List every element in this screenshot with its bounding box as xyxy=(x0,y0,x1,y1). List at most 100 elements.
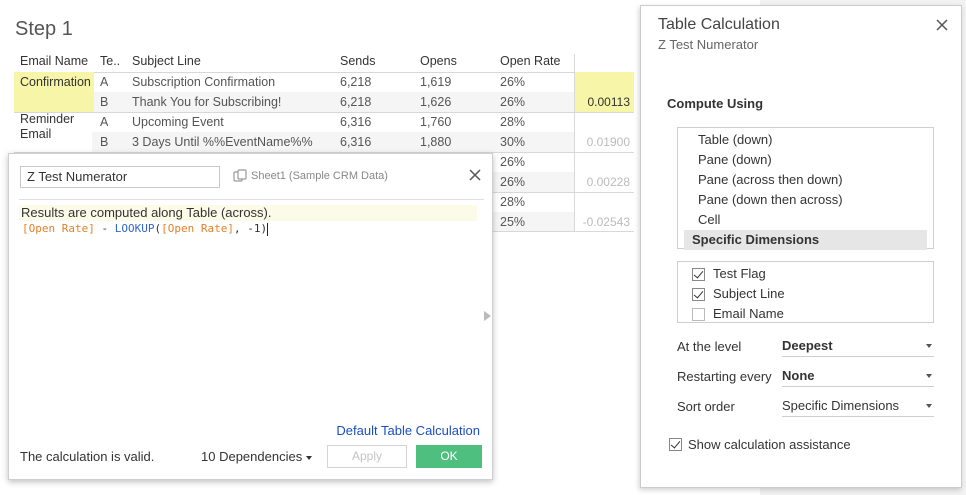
formula-editor[interactable]: [Open Rate] - LOOKUP([Open Rate], -1) xyxy=(22,221,269,237)
at-level-dropdown[interactable]: Deepest xyxy=(782,335,934,357)
validation-status: The calculation is valid. xyxy=(20,449,155,464)
open-rate-cell: 30% xyxy=(500,135,526,149)
email-name-reminder[interactable]: Reminder Email xyxy=(20,112,74,144)
dependencies-label: 10 Dependencies xyxy=(201,449,303,464)
dimension-label: Email Name xyxy=(713,306,784,321)
restarting-every-value: None xyxy=(782,368,815,383)
sort-order-label: Sort order xyxy=(677,398,735,414)
calculation-editor-dialog: Z Test Numerator Sheet1 (Sample CRM Data… xyxy=(8,153,493,480)
dimension-email-name[interactable]: Email Name xyxy=(678,304,933,324)
compute-option-selected[interactable]: Specific Dimensions xyxy=(684,230,927,250)
chevron-down-icon xyxy=(926,344,932,348)
chevron-down-icon xyxy=(306,455,313,460)
restarting-every-label: Restarting every xyxy=(677,368,772,384)
subject-line-cell: Upcoming Event xyxy=(132,115,224,129)
sends-cell: 6,218 xyxy=(340,75,372,89)
col-header-email-name[interactable]: Email Name xyxy=(20,54,88,72)
dependencies-dropdown[interactable]: 10 Dependencies xyxy=(201,449,313,464)
calc-cell xyxy=(575,72,634,92)
calc-cell: 0.01900 xyxy=(586,135,630,149)
opens-cell: 1,626 xyxy=(420,95,452,109)
col-header-opens[interactable]: Opens xyxy=(420,54,457,72)
ok-button[interactable]: OK xyxy=(416,445,482,468)
sort-order-row: Sort order Specific Dimensions xyxy=(677,395,934,417)
calc-cell xyxy=(575,152,634,172)
calc-name-input[interactable]: Z Test Numerator xyxy=(20,166,220,188)
show-assistance-toggle[interactable]: Show calculation assistance xyxy=(669,437,851,452)
opens-cell: 1,760 xyxy=(420,115,452,129)
email-name-reminder-line2: Email xyxy=(20,127,52,141)
panel-subtitle: Z Test Numerator xyxy=(658,37,759,52)
restarting-every-dropdown[interactable]: None xyxy=(782,365,934,387)
calc-cell: 0.00228 xyxy=(586,175,630,189)
col-header-subject-line[interactable]: Subject Line xyxy=(132,54,201,72)
dimension-subject-line[interactable]: Subject Line xyxy=(678,284,933,304)
dimension-label: Test Flag xyxy=(713,266,766,281)
open-rate-cell: 28% xyxy=(500,115,526,129)
checkbox-unchecked[interactable] xyxy=(692,307,705,321)
apply-button[interactable]: Apply xyxy=(327,445,407,468)
test-flag-cell: A xyxy=(100,115,109,129)
compute-option[interactable]: Pane (down then across) xyxy=(684,190,927,210)
col-header-test-flag[interactable]: Te.. xyxy=(100,54,120,72)
email-name-reminder-line1: Reminder xyxy=(20,112,75,126)
at-level-label: At the level xyxy=(677,338,742,354)
chevron-down-icon xyxy=(926,374,932,378)
test-flag-cell: B xyxy=(100,95,109,109)
dimension-test-flag[interactable]: Test Flag xyxy=(678,264,933,284)
calc-cell: 0.00113 xyxy=(575,92,634,112)
compute-option[interactable]: Pane (across then down) xyxy=(684,170,927,190)
checkbox-checked[interactable] xyxy=(692,287,705,301)
sends-cell: 6,316 xyxy=(340,115,372,129)
compute-option[interactable]: Pane (down) xyxy=(684,150,927,170)
formula-field: [Open Rate] xyxy=(22,222,95,235)
restarting-every-row: Restarting every None xyxy=(677,365,934,387)
show-assistance-label: Show calculation assistance xyxy=(688,437,851,452)
close-icon[interactable] xyxy=(935,18,949,32)
open-rate-cell: 26% xyxy=(500,75,526,89)
datasource-icon xyxy=(233,169,247,182)
text-caret xyxy=(267,222,269,236)
chevron-down-icon xyxy=(926,404,932,408)
open-rate-cell: 26% xyxy=(500,175,526,189)
open-rate-cell: 26% xyxy=(500,95,526,109)
sends-cell: 6,316 xyxy=(340,135,372,149)
compute-using-heading: Compute Using xyxy=(667,96,764,111)
sheet-title: Step 1 xyxy=(15,18,73,40)
sort-order-dropdown[interactable]: Specific Dimensions xyxy=(782,395,934,417)
subject-line-cell: Thank You for Subscribing! xyxy=(132,95,282,109)
test-flag-cell: A xyxy=(100,75,109,89)
email-name-confirmation[interactable]: Confirmation xyxy=(20,72,91,92)
subject-line-cell: Subscription Confirmation xyxy=(132,75,276,89)
panel-title: Table Calculation xyxy=(658,16,780,33)
subject-line-cell: 3 Days Until %%EventName%% xyxy=(132,135,313,149)
formula-operator: - xyxy=(94,222,115,235)
open-rate-cell: 28% xyxy=(500,195,526,209)
close-icon[interactable] xyxy=(468,168,482,182)
checkbox-checked[interactable] xyxy=(669,438,682,451)
at-level-row: At the level Deepest xyxy=(677,335,934,357)
col-header-open-rate[interactable]: Open Rate xyxy=(500,54,560,72)
sends-cell: 6,218 xyxy=(340,95,372,109)
sheet-ref-text: Sheet1 (Sample CRM Data) xyxy=(251,170,388,182)
dimension-label: Subject Line xyxy=(713,286,785,301)
calc-scope-note: Results are computed along Table (across… xyxy=(19,205,477,221)
compute-using-list: Table (down) Pane (down) Pane (across th… xyxy=(677,127,934,250)
opens-cell: 1,880 xyxy=(420,135,452,149)
calc-cell xyxy=(575,112,634,132)
open-rate-cell: 26% xyxy=(500,155,526,169)
compute-option[interactable]: Table (down) xyxy=(684,130,927,150)
open-rate-cell: 25% xyxy=(500,215,526,229)
expand-arrow-icon[interactable] xyxy=(484,311,491,321)
formula-args: , -1) xyxy=(233,222,268,235)
opens-cell: 1,619 xyxy=(420,75,452,89)
formula-field: [Open Rate] xyxy=(161,222,234,235)
compute-option[interactable]: Cell xyxy=(684,210,927,230)
col-header-sends[interactable]: Sends xyxy=(340,54,375,72)
default-table-calculation-link[interactable]: Default Table Calculation xyxy=(336,423,480,438)
formula-function: LOOKUP xyxy=(114,222,155,235)
checkbox-checked[interactable] xyxy=(692,267,705,281)
table-calculation-panel: Table Calculation Z Test Numerator Compu… xyxy=(640,5,962,488)
at-level-value: Deepest xyxy=(782,338,833,353)
calc-cell xyxy=(575,192,634,212)
